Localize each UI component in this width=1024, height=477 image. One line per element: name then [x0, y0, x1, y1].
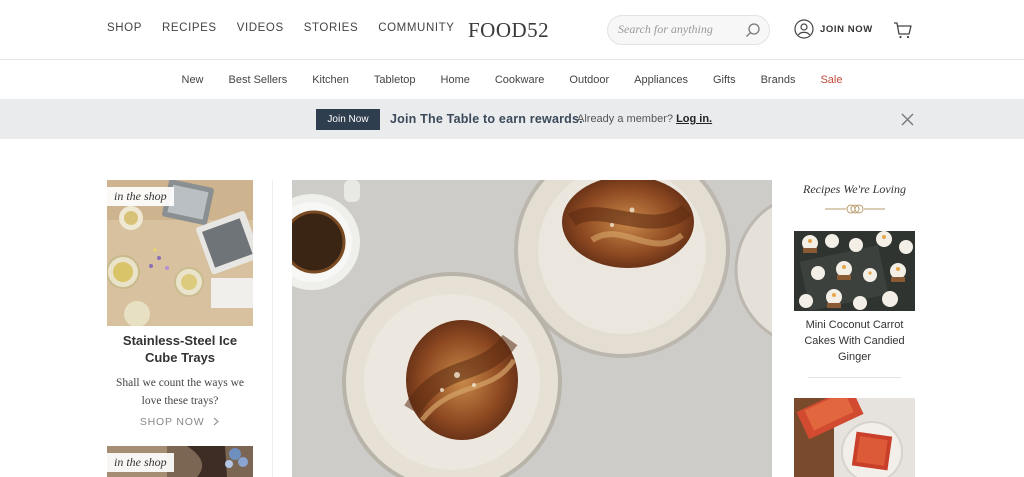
category-best-sellers[interactable]: Best Sellers — [229, 74, 288, 86]
search-box[interactable] — [607, 15, 770, 45]
top-header: SHOP RECIPES VIDEOS STORIES COMMUNITY FO… — [0, 0, 1024, 60]
member-prompt: Already a member? Log in. — [577, 113, 712, 125]
recipe-image-carrot-cakes[interactable] — [794, 231, 915, 311]
login-link[interactable]: Log in. — [676, 113, 712, 125]
carrot-cakes-photo — [794, 231, 915, 311]
product-description: Shall we count the ways we love these tr… — [115, 377, 245, 407]
category-new[interactable]: New — [182, 74, 204, 86]
member-text: Already a member? — [577, 113, 673, 125]
hero-image[interactable] — [292, 180, 772, 477]
in-the-shop-badge-2: in the shop — [107, 453, 174, 472]
category-sale[interactable]: Sale — [820, 74, 842, 86]
product-title[interactable]: Stainless-Steel Ice Cube Trays — [107, 332, 253, 366]
recipes-column: Recipes We're Loving Mini Coconut Carrot… — [794, 180, 915, 477]
product-card: in the shop Stainless-Steel Ice Cube Tra… — [107, 180, 253, 428]
category-home[interactable]: Home — [441, 74, 470, 86]
category-tabletop[interactable]: Tabletop — [374, 74, 416, 86]
ornament-icon — [824, 204, 885, 214]
nav-recipes[interactable]: RECIPES — [162, 22, 217, 34]
category-brands[interactable]: Brands — [761, 74, 796, 86]
product-image[interactable]: in the shop — [107, 180, 253, 326]
category-cookware[interactable]: Cookware — [495, 74, 545, 86]
shop-now-label: SHOP NOW — [139, 416, 205, 428]
search-input[interactable] — [618, 22, 738, 37]
in-the-shop-badge: in the shop — [107, 187, 174, 206]
chevron-right-icon — [213, 417, 220, 426]
join-now-button[interactable]: Join Now — [316, 109, 380, 130]
recipe-caption-carrot-cakes[interactable]: Mini Coconut Carrot Cakes With Candied G… — [794, 317, 915, 365]
category-kitchen[interactable]: Kitchen — [312, 74, 349, 86]
category-appliances[interactable]: Appliances — [634, 74, 688, 86]
nav-shop[interactable]: SHOP — [107, 22, 142, 34]
recipe-image-2[interactable] — [794, 398, 915, 477]
category-gifts[interactable]: Gifts — [713, 74, 736, 86]
shop-now-link[interactable]: SHOP NOW — [107, 416, 253, 428]
recipes-heading: Recipes We're Loving — [803, 182, 906, 196]
column-divider — [272, 180, 273, 477]
nav-community[interactable]: COMMUNITY — [378, 22, 454, 34]
close-icon[interactable] — [901, 113, 914, 126]
site-logo[interactable]: FOOD52 — [468, 18, 549, 43]
join-now-label: JOIN NOW — [820, 23, 873, 35]
main-nav: SHOP RECIPES VIDEOS STORIES COMMUNITY — [107, 22, 455, 34]
rewards-message: Join The Table to earn rewards. — [390, 112, 583, 126]
pizza-photo — [794, 398, 915, 477]
user-icon — [794, 19, 814, 39]
recipe-divider — [808, 377, 901, 378]
product-image-2[interactable]: in the shop — [107, 446, 253, 477]
cardamom-buns-photo — [292, 180, 772, 477]
join-now-link[interactable]: JOIN NOW — [794, 19, 873, 39]
category-nav: New Best Sellers Kitchen Tabletop Home C… — [0, 61, 1024, 99]
nav-videos[interactable]: VIDEOS — [237, 22, 284, 34]
category-outdoor[interactable]: Outdoor — [569, 74, 609, 86]
nav-stories[interactable]: STORIES — [304, 22, 358, 34]
cart-icon[interactable] — [893, 20, 913, 40]
search-icon[interactable] — [745, 22, 761, 38]
rewards-banner: Join Now Join The Table to earn rewards.… — [0, 99, 1024, 139]
